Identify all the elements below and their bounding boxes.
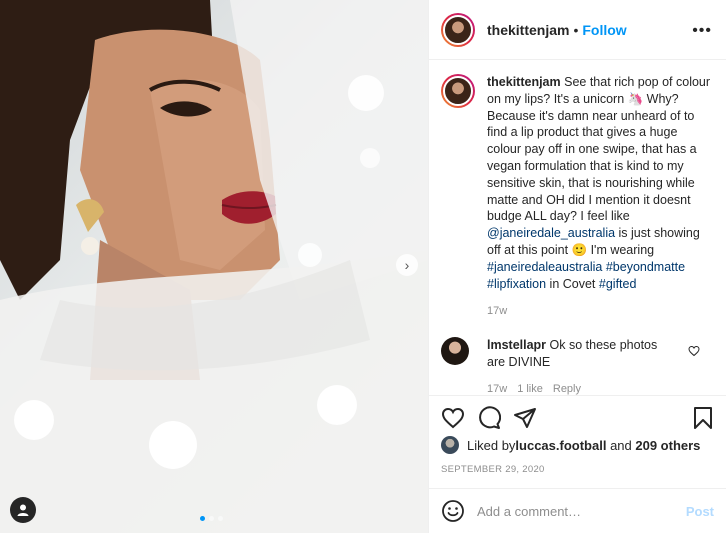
carousel-indicator bbox=[198, 516, 225, 521]
hashtag-link[interactable]: #janeiredaleaustralia bbox=[487, 260, 602, 274]
hashtag-link[interactable]: #gifted bbox=[599, 277, 637, 291]
likes-middle: and bbox=[606, 437, 636, 453]
caption-avatar[interactable] bbox=[441, 74, 475, 108]
carousel-dot bbox=[218, 516, 223, 521]
caption-body-1: See that rich pop of colour on my lips? … bbox=[487, 75, 711, 224]
avatar[interactable] bbox=[441, 12, 475, 47]
add-comment-bar: Add a comment… Post bbox=[429, 488, 726, 533]
instagram-post: › thekittenjam • Follow ••• thekittenjam… bbox=[0, 0, 726, 533]
chevron-right-icon: › bbox=[404, 257, 410, 273]
comment-username[interactable]: lmstellapr bbox=[487, 338, 546, 352]
next-image-button[interactable]: › bbox=[396, 254, 418, 276]
comment-like-count[interactable]: 1 like bbox=[517, 383, 543, 395]
comment-bubble-icon[interactable] bbox=[477, 406, 501, 430]
share-plane-icon[interactable] bbox=[513, 406, 537, 430]
comment-text: lmstellapr Ok so these photos are DIVINE bbox=[487, 337, 677, 371]
hashtag-link[interactable]: #lipfixation bbox=[487, 277, 546, 291]
post-side-panel: thekittenjam • Follow ••• thekittenjam S… bbox=[428, 0, 726, 533]
comment-avatar[interactable] bbox=[441, 337, 469, 365]
post-date[interactable]: SEPTEMBER 29, 2020 bbox=[441, 464, 545, 475]
save-bookmark-icon[interactable] bbox=[692, 406, 714, 430]
likes-prefix: Liked by bbox=[467, 437, 516, 453]
hashtag-link[interactable]: #beyondmatte bbox=[606, 260, 685, 274]
caption-username[interactable]: thekittenjam bbox=[487, 75, 561, 89]
caption-body-3: in Covet bbox=[546, 276, 599, 291]
carousel-dot-active bbox=[200, 516, 205, 521]
header-separator: • bbox=[573, 21, 579, 38]
post-comment-button[interactable]: Post bbox=[686, 504, 714, 519]
caption-timestamp[interactable]: 17w bbox=[487, 305, 507, 317]
comment-meta: 17w 1 like Reply bbox=[487, 383, 591, 395]
comment-like-heart-icon[interactable] bbox=[688, 345, 700, 357]
portrait-image bbox=[0, 0, 428, 533]
comment-input[interactable]: Add a comment… bbox=[477, 504, 686, 519]
follow-button[interactable]: Follow bbox=[582, 22, 626, 38]
emoji-icon[interactable] bbox=[441, 499, 465, 523]
carousel-dot bbox=[209, 516, 214, 521]
post-caption: thekittenjam See that rich pop of colour… bbox=[441, 74, 714, 292]
caption-mention[interactable]: @janeiredale_australia bbox=[487, 226, 615, 240]
post-header: thekittenjam • Follow ••• bbox=[429, 0, 726, 60]
comment-item: lmstellapr Ok so these photos are DIVINE bbox=[441, 337, 714, 371]
more-options-icon[interactable]: ••• bbox=[692, 22, 712, 40]
liker-avatar[interactable] bbox=[441, 436, 459, 454]
liker-username[interactable]: luccas.football bbox=[515, 438, 606, 453]
likes-summary: Liked by luccas.football and 209 others bbox=[441, 436, 700, 454]
person-icon bbox=[17, 504, 29, 516]
like-heart-icon[interactable] bbox=[441, 406, 465, 430]
likes-others-link[interactable]: 209 others bbox=[635, 438, 700, 453]
post-photo[interactable]: › bbox=[0, 0, 428, 533]
reply-button[interactable]: Reply bbox=[553, 383, 581, 395]
action-bar bbox=[429, 395, 726, 432]
comment-timestamp[interactable]: 17w bbox=[487, 383, 507, 395]
tagged-users-button[interactable] bbox=[10, 497, 36, 523]
caption-text: thekittenjam See that rich pop of colour… bbox=[487, 74, 711, 292]
header-username[interactable]: thekittenjam bbox=[487, 22, 569, 38]
